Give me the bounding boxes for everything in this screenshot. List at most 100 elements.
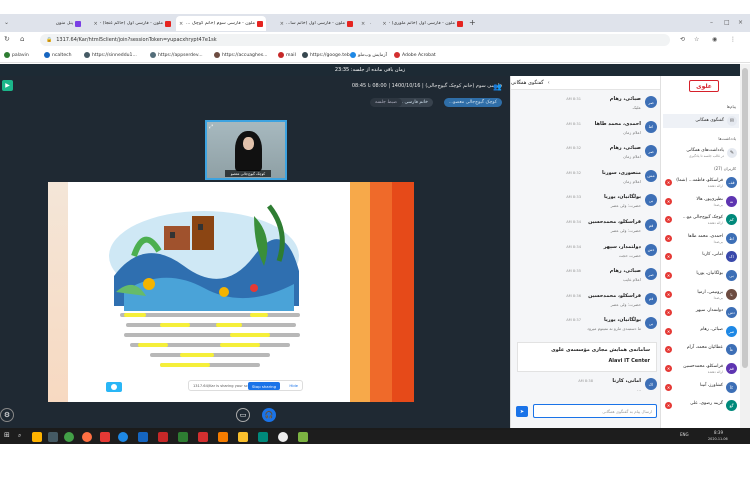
edge-icon[interactable] [118, 432, 128, 442]
search-icon[interactable]: ⌕ [18, 432, 21, 440]
avatar: صر [645, 268, 657, 281]
close-tab-icon[interactable]: × [361, 21, 365, 27]
profile-icon[interactable]: ◉ [712, 36, 717, 43]
bookmark-item[interactable]: https://accuaghes... [214, 52, 268, 58]
page-scrollbar[interactable] [740, 64, 750, 428]
bookmark-item[interactable]: palavin [4, 52, 29, 58]
hide-button[interactable]: Hide [289, 383, 298, 388]
message-time: 8:31 AM [566, 121, 581, 126]
fullscreen-icon[interactable]: ⤢ [209, 124, 213, 130]
excel-icon[interactable] [178, 432, 188, 442]
stop-sharing-button[interactable]: Stop sharing [248, 382, 280, 390]
participant-name: بروتیمی، ارمیا [697, 289, 723, 295]
maximize-icon[interactable]: □ [724, 19, 730, 26]
app-icon[interactable] [100, 432, 110, 442]
close-tab-icon[interactable]: × [93, 21, 97, 27]
avatar: دس [726, 307, 737, 319]
minimize-icon[interactable]: – [710, 19, 713, 26]
shared-notes-item[interactable]: ✎ یادداشت‌های همگانی در قالب جلسه تا یاد… [663, 146, 739, 160]
participant-item[interactable]: بی بولگانیان، یوریا ✕ [663, 269, 739, 283]
message-author: بولگانیان، یوریا [603, 317, 641, 324]
bookmark-item[interactable]: آزمایش وب‌ملو [350, 52, 387, 58]
brand-logo: علوی [689, 80, 719, 92]
chevron-right-icon[interactable]: › [548, 80, 550, 86]
notice-line-1: سامانه‌ی همایش مجازی مؤسسه‌ی علوی [551, 347, 650, 353]
message-author: منصوری، سورنا [602, 169, 641, 176]
audio-button[interactable]: 🎧 [262, 408, 276, 422]
tab-search-icon[interactable]: ⌄ [4, 19, 9, 26]
menu-icon[interactable]: ⋮ [730, 36, 736, 43]
app3-icon[interactable] [278, 432, 288, 442]
acrobat-icon[interactable] [198, 432, 208, 442]
bookmark-item[interactable]: https://sinneddu1... [84, 52, 137, 58]
more-options-icon[interactable]: ⋯ [517, 79, 523, 86]
close-tab-icon[interactable]: × [382, 21, 386, 27]
bookmark-star-icon[interactable]: ☆ [694, 36, 699, 43]
send-button[interactable]: ➤ [516, 406, 528, 417]
participant-item[interactable]: قف قراسکلو، فاطمه... (شما) ارائه دهنده ✕ [663, 176, 739, 190]
participant-item[interactable]: کآ کشاورز، آنیتا ✕ [663, 381, 739, 395]
close-tab-icon[interactable]: × [280, 21, 284, 27]
browser-tab[interactable]: ملون - فارسی اول (خانم سا... × [268, 16, 356, 31]
new-tab-button[interactable]: + [469, 18, 476, 27]
app4-icon[interactable] [298, 432, 308, 442]
slide-text-line [120, 312, 310, 319]
participant-item[interactable]: اک امانی، کارنا ✕ [663, 250, 739, 264]
public-chat-item[interactable]: ✉ گفتگوی همگانی [663, 114, 739, 128]
bookmark-item[interactable]: mail [278, 52, 296, 58]
participant-name: دولتمدار، سپهر [695, 308, 723, 314]
app2-icon[interactable] [258, 432, 268, 442]
close-tab-icon[interactable]: × [179, 21, 183, 27]
scrollbar-thumb[interactable] [742, 68, 748, 368]
participant-item[interactable]: صر صبائی، رهام ✕ [663, 325, 739, 339]
site-favicon-icon [457, 20, 463, 27]
os-taskbar: ⊞ ⌕ ENG 8:39 2020-11-06 [0, 430, 750, 444]
record-pill[interactable]: ضبط جلسه [369, 98, 402, 107]
screenshare-button[interactable]: ▭ [236, 408, 250, 422]
task-view-icon[interactable] [48, 432, 58, 442]
participant-item[interactable]: نه نظیری‌پور، هالا بی‌صدا ✕ [663, 195, 739, 209]
users-icon[interactable]: 👥 [493, 83, 502, 91]
browser-tab-active[interactable]: ملون - فارسی سوم (خانم کوچک گیوچ... × [176, 16, 266, 31]
home-icon[interactable]: ⌂ [20, 35, 24, 43]
clock-time[interactable]: 8:39 [714, 430, 723, 435]
bookmark-item[interactable]: https://googe.teb... [302, 52, 354, 58]
participant-item[interactable]: قم قراسکلو، محمدحسین ارائه دهنده ✕ [663, 362, 739, 376]
keyboard-language[interactable]: ENG [680, 432, 689, 437]
reload-icon[interactable]: ↻ [4, 35, 10, 43]
participant-item[interactable]: گع گزینه رضوی، علی ✕ [663, 399, 739, 413]
firefox-icon[interactable] [82, 432, 92, 442]
address-bar[interactable]: 🔒 1317.64/Kar/html5client/join?sessionTo… [40, 34, 670, 46]
participant-item[interactable]: اط احمدی، محمد طاها بی‌صدا ✕ [663, 232, 739, 246]
app-logo-icon[interactable]: ▶ [2, 80, 13, 91]
word-icon[interactable] [138, 432, 148, 442]
chrome-icon[interactable] [64, 432, 74, 442]
close-window-icon[interactable]: × [738, 19, 743, 26]
webcam-video[interactable]: ⤢ کوچک گیوچ‌جالی معصو [205, 120, 287, 180]
start-icon[interactable]: ⊞ [4, 431, 10, 439]
chat-input[interactable]: ارسال پیام به گفتگوی همگانی [533, 404, 657, 418]
bookmark-item[interactable]: https://appserdev... [150, 52, 203, 58]
bookmark-item[interactable]: ncaltech [44, 52, 72, 58]
vlc-icon[interactable] [238, 432, 248, 442]
settings-button[interactable]: ⚙ [0, 408, 14, 422]
public-chat-label: گفتگوی همگانی [695, 118, 724, 123]
bookmark-icon [278, 52, 284, 58]
participant-item[interactable]: دس دولتمدار، سپهر ✕ [663, 306, 739, 320]
bookmark-item[interactable]: Adobe Acrobat [394, 52, 436, 58]
participant-item[interactable]: کم کوچک گیوچ‌جالی مع... ارائه دهنده ✕ [663, 213, 739, 227]
media-player-icon[interactable] [218, 432, 228, 442]
participant-item[interactable]: عآ عطائیان محمد، آرام ✕ [663, 343, 739, 357]
browser-tab[interactable]: ملون - فارسی اول (خانم ملوری) - × [372, 16, 466, 31]
participant-name: امانی، کارنا [702, 252, 723, 258]
browser-tab[interactable]: ملون - فارسی اول (حاکم غنجا) - × [86, 16, 174, 31]
presenter-pill[interactable]: کوچک گیوچ‌جالی معصو... [443, 98, 502, 107]
clock-date[interactable]: 2020-11-06 [708, 437, 728, 441]
session-remaining-text: زمان باقی مانده از جلسه: 23:35 [334, 67, 406, 73]
browser-tab[interactable]: پنل منون [16, 16, 84, 31]
participant-item[interactable]: با بروتیمی، ارمیا بی‌صدا ✕ [663, 288, 739, 302]
powerpoint-icon[interactable] [158, 432, 168, 442]
translate-icon[interactable]: ⟲ [680, 36, 685, 43]
avatar: اط [645, 120, 657, 133]
file-explorer-icon[interactable] [32, 432, 42, 442]
